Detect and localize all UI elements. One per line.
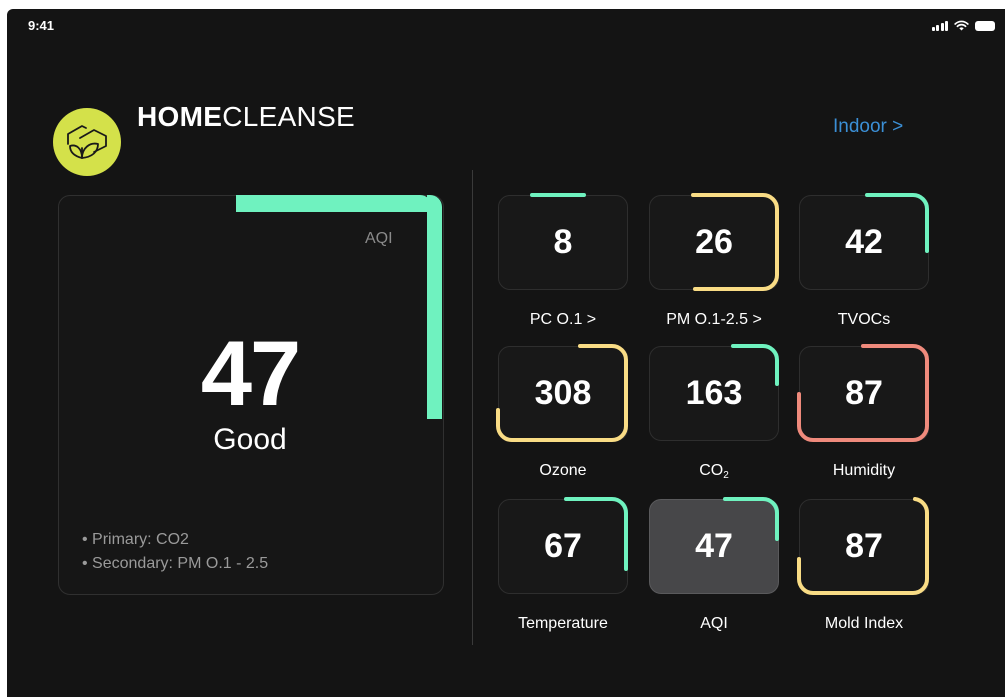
aqi-status: Good (213, 423, 287, 456)
status-icons (931, 20, 995, 31)
metric-label-text: AQI (700, 615, 728, 632)
metric-value: 87 (845, 374, 883, 412)
metric-value: 67 (544, 527, 582, 565)
brand-name: HOMECLEANSE (137, 101, 355, 133)
metric-value: 8 (553, 223, 573, 261)
metric-label-text: PC O.1 > (529, 311, 597, 328)
metric-tile[interactable]: 87 (797, 497, 930, 595)
metric-label-text: Mold Index (824, 615, 904, 632)
metric-label: Ozone (488, 462, 638, 480)
metric-label: Temperature (488, 615, 638, 633)
secondary-pollutant: • Secondary: PM O.1 - 2.5 (82, 555, 269, 572)
metric-tile[interactable]: 87 (797, 344, 929, 442)
metric-value: 308 (534, 374, 592, 412)
metric-tile[interactable]: 163 (649, 344, 779, 441)
metric-value: 163 (685, 374, 743, 412)
aqi-label: AQI (365, 230, 393, 247)
metric-tile[interactable]: 26 (649, 193, 779, 291)
brand-logo[interactable] (53, 108, 121, 176)
vertical-divider (472, 170, 473, 645)
brand-name-light: CLEANSE (222, 101, 356, 132)
aqi-value: 47 (200, 323, 301, 425)
aqi-notes: • Primary: CO2 • Secondary: PM O.1 - 2.5 (82, 528, 268, 576)
app-screen: 9:41 HOMECLEANSE Indoor > AQI 47 Good • … (7, 9, 1005, 697)
metric-tile[interactable]: 8 (498, 193, 628, 290)
metric-label: TVOCs (789, 311, 939, 329)
metric-tile[interactable]: 308 (496, 344, 628, 442)
metric-label-text: PM O.1-2.5 > (666, 311, 762, 328)
aqi-gauge-top (236, 195, 432, 212)
metric-label-text: Ozone (539, 462, 587, 479)
metric-label: AQI (639, 615, 789, 633)
metric-tile[interactable]: 67 (498, 497, 628, 594)
metric-value: 87 (845, 527, 883, 565)
metric-label: CO2 (639, 462, 789, 481)
environment-link[interactable]: Indoor > (833, 116, 903, 138)
metric-label-text: Humidity (832, 462, 896, 479)
wifi-icon (954, 20, 969, 31)
battery-icon (975, 20, 995, 31)
metric-label[interactable]: PC O.1 > (488, 311, 638, 329)
metric-value: 26 (695, 223, 733, 261)
brand-name-bold: HOME (137, 101, 223, 132)
status-time: 9:41 (28, 18, 55, 33)
metric-value: 42 (845, 223, 883, 261)
metric-tile[interactable]: 47 (649, 497, 779, 594)
metric-label: Humidity (789, 462, 939, 480)
metric-tile[interactable]: 42 (799, 193, 929, 290)
signal-icon (931, 20, 948, 31)
metric-label: Mold Index (789, 615, 939, 633)
metric-label-subscript: 2 (723, 470, 729, 481)
leaf-house-icon (67, 125, 107, 159)
primary-pollutant: • Primary: CO2 (82, 531, 189, 548)
metric-label-text: CO (699, 462, 724, 479)
metric-label-text: TVOCs (837, 311, 891, 328)
metric-label[interactable]: PM O.1-2.5 > (639, 311, 789, 329)
metric-label-text: Temperature (518, 615, 608, 632)
metric-value: 47 (695, 527, 733, 565)
